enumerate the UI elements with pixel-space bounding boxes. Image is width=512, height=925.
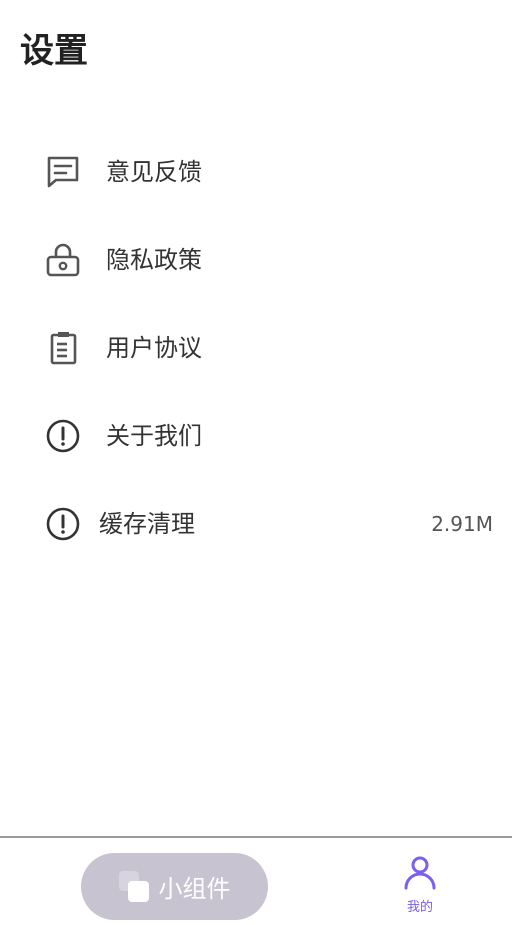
menu-item-label: 意见反馈 bbox=[106, 158, 202, 186]
menu-item-feedback[interactable]: 意见反馈 bbox=[0, 128, 512, 216]
settings-page: 设置 意见反馈 隐私政策 用户协议 关于我们 缓存清理 2.91M 小组件 我的 bbox=[0, 0, 512, 925]
menu-item-user-agreement[interactable]: 用户协议 bbox=[0, 304, 512, 392]
message-icon bbox=[44, 154, 82, 190]
menu-item-label: 隐私政策 bbox=[106, 246, 202, 274]
bottom-tabbar: 小组件 我的 bbox=[0, 838, 512, 925]
tab-widgets-label: 小组件 bbox=[158, 875, 231, 903]
lock-icon bbox=[44, 242, 82, 278]
settings-menu: 意见反馈 隐私政策 用户协议 关于我们 缓存清理 2.91M bbox=[0, 128, 512, 568]
menu-item-label: 用户协议 bbox=[106, 334, 202, 362]
info-icon bbox=[44, 418, 82, 454]
menu-item-label: 关于我们 bbox=[106, 422, 202, 450]
cache-size-value: 2.91M bbox=[431, 512, 493, 536]
menu-item-clear-cache[interactable]: 缓存清理 2.91M bbox=[0, 480, 512, 568]
menu-item-privacy-policy[interactable]: 隐私政策 bbox=[0, 216, 512, 304]
menu-item-about-us[interactable]: 关于我们 bbox=[0, 392, 512, 480]
page-title: 设置 bbox=[20, 31, 88, 71]
info-icon bbox=[44, 506, 82, 542]
user-icon bbox=[402, 854, 438, 894]
tab-mine-label: 我的 bbox=[406, 900, 433, 915]
menu-item-label: 缓存清理 bbox=[99, 510, 195, 538]
tab-mine[interactable]: 我的 bbox=[392, 854, 448, 918]
clipboard-icon bbox=[44, 330, 82, 366]
tab-widgets[interactable]: 小组件 bbox=[81, 853, 268, 920]
widgets-icon bbox=[118, 870, 151, 903]
